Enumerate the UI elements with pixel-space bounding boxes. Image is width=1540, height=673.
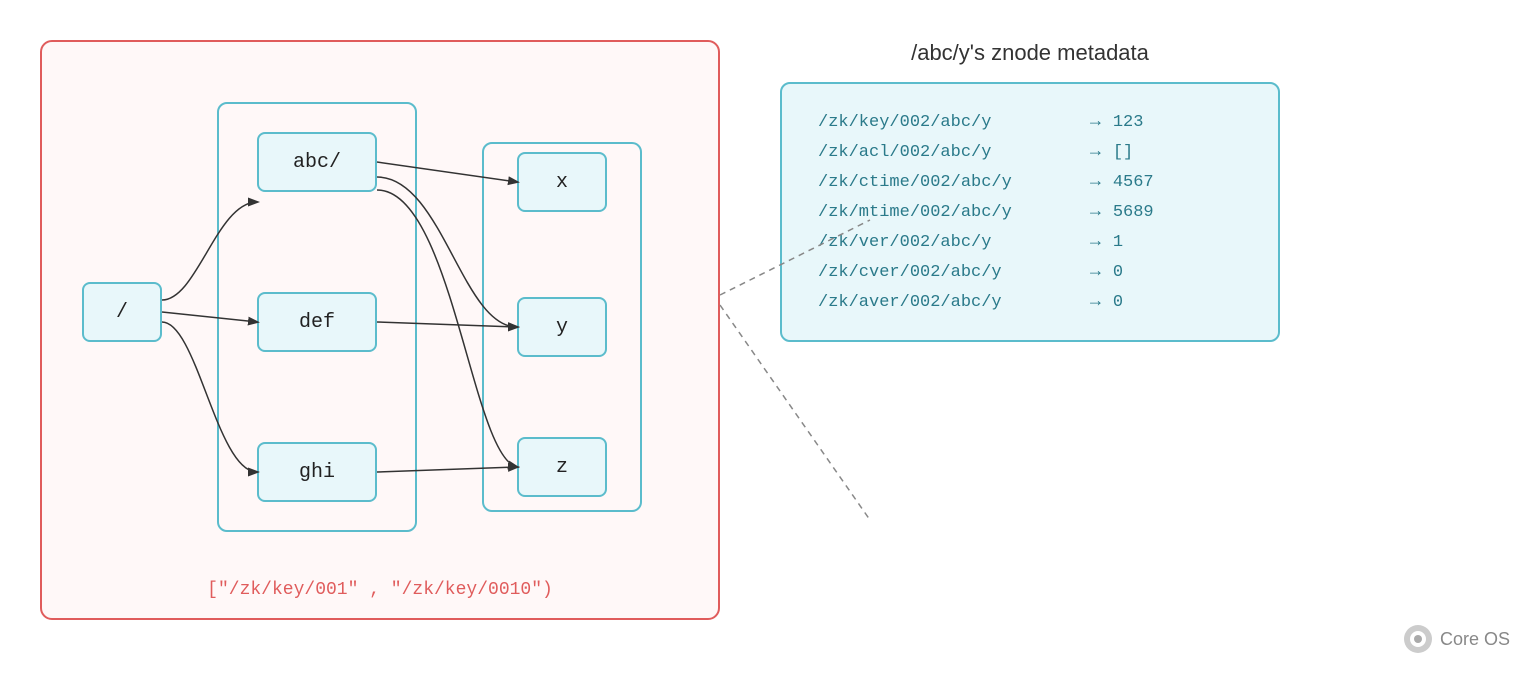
meta-value: [] bbox=[1113, 143, 1133, 162]
tree-panel: / abc/ def ghi x y z bbox=[40, 40, 720, 620]
meta-arrow: → bbox=[1090, 232, 1101, 252]
bottom-label: ["/zk/key/001" , "/zk/key/0010") bbox=[207, 580, 553, 600]
meta-arrow: → bbox=[1090, 172, 1101, 192]
meta-box: /zk/key/002/abc/y → 123 /zk/acl/002/abc/… bbox=[780, 82, 1280, 342]
node-x: x bbox=[517, 152, 607, 212]
meta-value: 0 bbox=[1113, 263, 1123, 282]
meta-key: /zk/ctime/002/abc/y bbox=[818, 173, 1078, 192]
meta-row: /zk/mtime/002/abc/y → 5689 bbox=[818, 202, 1242, 222]
node-def: def bbox=[257, 292, 377, 352]
meta-key: /zk/key/002/abc/y bbox=[818, 113, 1078, 132]
main-container: / abc/ def ghi x y z bbox=[0, 0, 1540, 673]
node-root: / bbox=[82, 282, 162, 342]
meta-arrow: → bbox=[1090, 262, 1101, 282]
meta-key: /zk/acl/002/abc/y bbox=[818, 143, 1078, 162]
meta-arrow: → bbox=[1090, 202, 1101, 222]
coreos-icon bbox=[1404, 625, 1432, 653]
meta-row: /zk/aver/002/abc/y → 0 bbox=[818, 292, 1242, 312]
meta-arrow: → bbox=[1090, 142, 1101, 162]
meta-panel: /abc/y's znode metadata /zk/key/002/abc/… bbox=[780, 40, 1280, 342]
meta-key: /zk/cver/002/abc/y bbox=[818, 263, 1078, 282]
meta-value: 5689 bbox=[1113, 203, 1154, 222]
meta-row: /zk/key/002/abc/y → 123 bbox=[818, 112, 1242, 132]
meta-key: /zk/aver/002/abc/y bbox=[818, 293, 1078, 312]
meta-row: /zk/ctime/002/abc/y → 4567 bbox=[818, 172, 1242, 192]
meta-row: /zk/cver/002/abc/y → 0 bbox=[818, 262, 1242, 282]
meta-value: 123 bbox=[1113, 113, 1144, 132]
node-abc: abc/ bbox=[257, 132, 377, 192]
meta-value: 1 bbox=[1113, 233, 1123, 252]
coreos-text: Core OS bbox=[1440, 629, 1510, 650]
node-ghi: ghi bbox=[257, 442, 377, 502]
meta-value: 0 bbox=[1113, 293, 1123, 312]
meta-key: /zk/ver/002/abc/y bbox=[818, 233, 1078, 252]
node-y: y bbox=[517, 297, 607, 357]
node-z: z bbox=[517, 437, 607, 497]
meta-row: /zk/acl/002/abc/y → [] bbox=[818, 142, 1242, 162]
meta-arrow: → bbox=[1090, 112, 1101, 132]
meta-title: /abc/y's znode metadata bbox=[780, 40, 1280, 66]
meta-arrow: → bbox=[1090, 292, 1101, 312]
meta-key: /zk/mtime/002/abc/y bbox=[818, 203, 1078, 222]
coreos-branding: Core OS bbox=[1404, 625, 1510, 653]
meta-value: 4567 bbox=[1113, 173, 1154, 192]
meta-row: /zk/ver/002/abc/y → 1 bbox=[818, 232, 1242, 252]
